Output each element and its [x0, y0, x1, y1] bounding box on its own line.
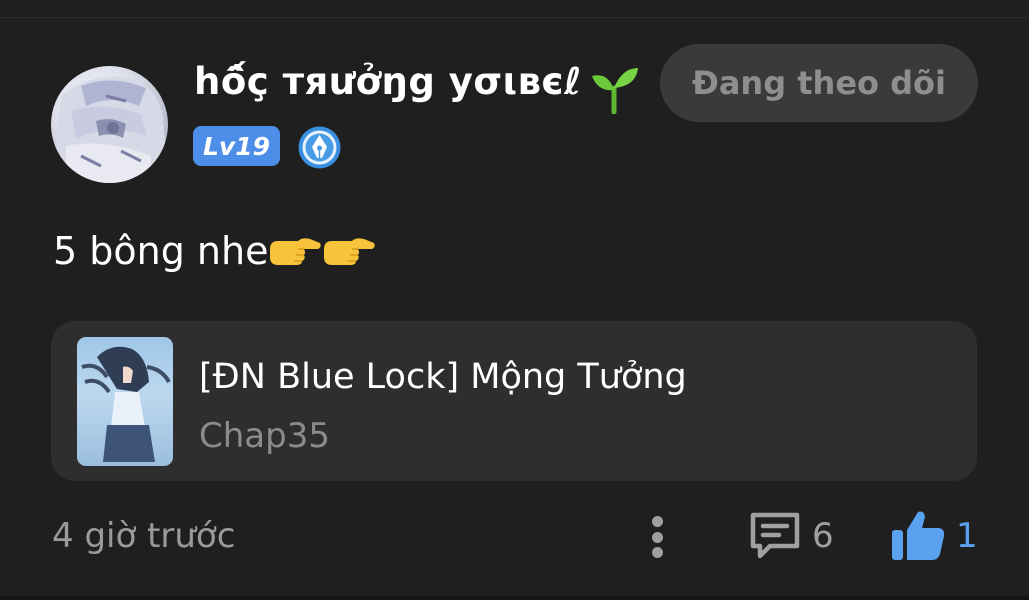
pointing-finger-icon	[270, 237, 322, 265]
bottom-divider	[0, 596, 1029, 600]
like-count: 1	[956, 516, 978, 556]
like-thumbs-up-icon[interactable]	[890, 508, 946, 562]
level-badge: Lv19	[193, 126, 280, 166]
pen-nib-icon	[298, 126, 341, 169]
comment-body: 5 bông nhe	[53, 229, 269, 273]
comment-count: 6	[812, 516, 834, 556]
comment-post: hố̂ç тяư̛ởŋg уσιвєℓ Lv19 Đang theo dõi 5…	[0, 0, 1029, 600]
username[interactable]: hố̂ç тяư̛ởŋg уσιвєℓ	[194, 60, 582, 103]
timestamp: 4 giờ trước	[52, 516, 236, 556]
sprout-icon	[592, 68, 638, 114]
story-title: [ĐN Blue Lock] Mộng Tưởng	[199, 357, 687, 397]
pointing-finger-icon-2	[324, 237, 376, 265]
comment-icon[interactable]	[748, 510, 802, 560]
following-button[interactable]: Đang theo dõi	[660, 44, 978, 122]
comment-text: 5 bông nhe	[53, 229, 376, 273]
user-avatar[interactable]	[51, 66, 168, 183]
story-cover-image	[77, 337, 173, 466]
avatar-image	[51, 76, 168, 183]
more-options-icon[interactable]	[640, 512, 674, 562]
top-divider	[0, 17, 1029, 18]
story-card[interactable]: [ĐN Blue Lock] Mộng Tưởng Chap35	[51, 321, 977, 481]
story-chapter: Chap35	[199, 416, 330, 456]
